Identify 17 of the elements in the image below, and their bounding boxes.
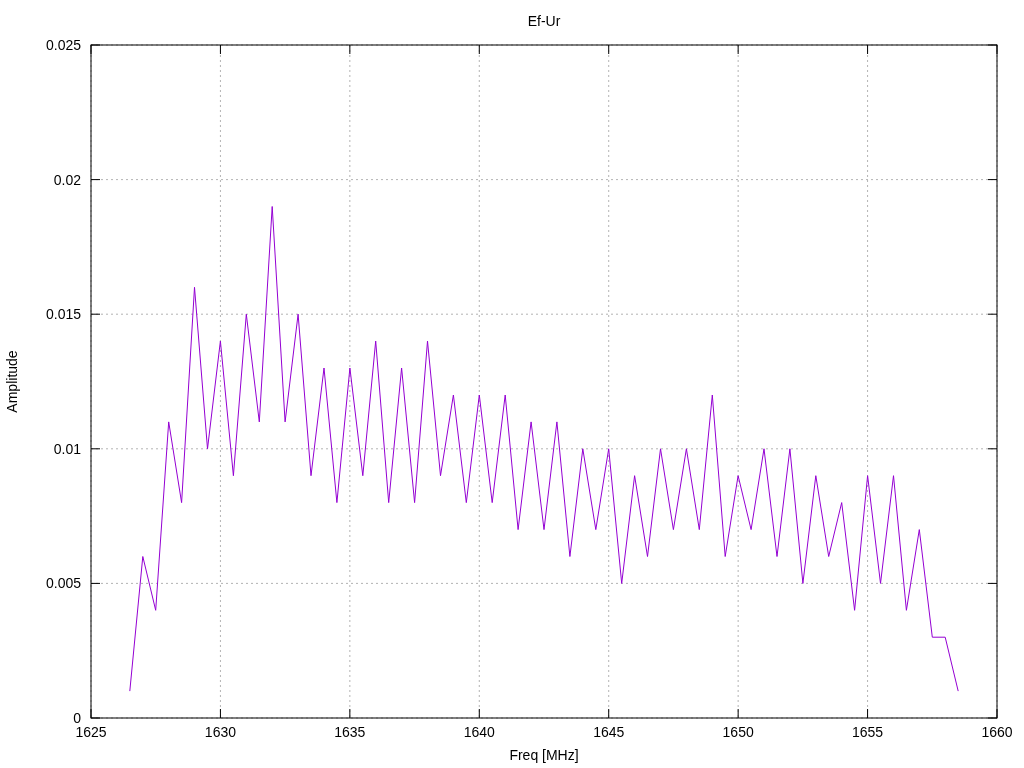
- chart-title: Ef-Ur: [527, 13, 561, 29]
- x-tick-label: 1660: [981, 724, 1013, 740]
- y-axis-label: Amplitude: [4, 350, 20, 413]
- y-tick-label: 0.01: [53, 440, 81, 457]
- x-tick-label: 1625: [75, 724, 107, 740]
- x-tick-label: 1645: [593, 724, 625, 740]
- x-tick-label: 1650: [722, 724, 754, 740]
- x-tick-label: 1630: [204, 724, 236, 740]
- x-tick-label: 1640: [463, 724, 495, 740]
- y-tick-label: 0: [73, 710, 81, 726]
- y-tick-label: 0.005: [45, 575, 81, 592]
- y-tick-label: 0.02: [53, 171, 81, 188]
- y-tick-label: 0.015: [45, 306, 81, 323]
- x-tick-label: 1635: [334, 724, 366, 740]
- x-tick-label: 1655: [852, 724, 884, 740]
- y-tick-label: 0.025: [45, 37, 81, 53]
- x-axis-label: Freq [MHz]: [509, 747, 579, 763]
